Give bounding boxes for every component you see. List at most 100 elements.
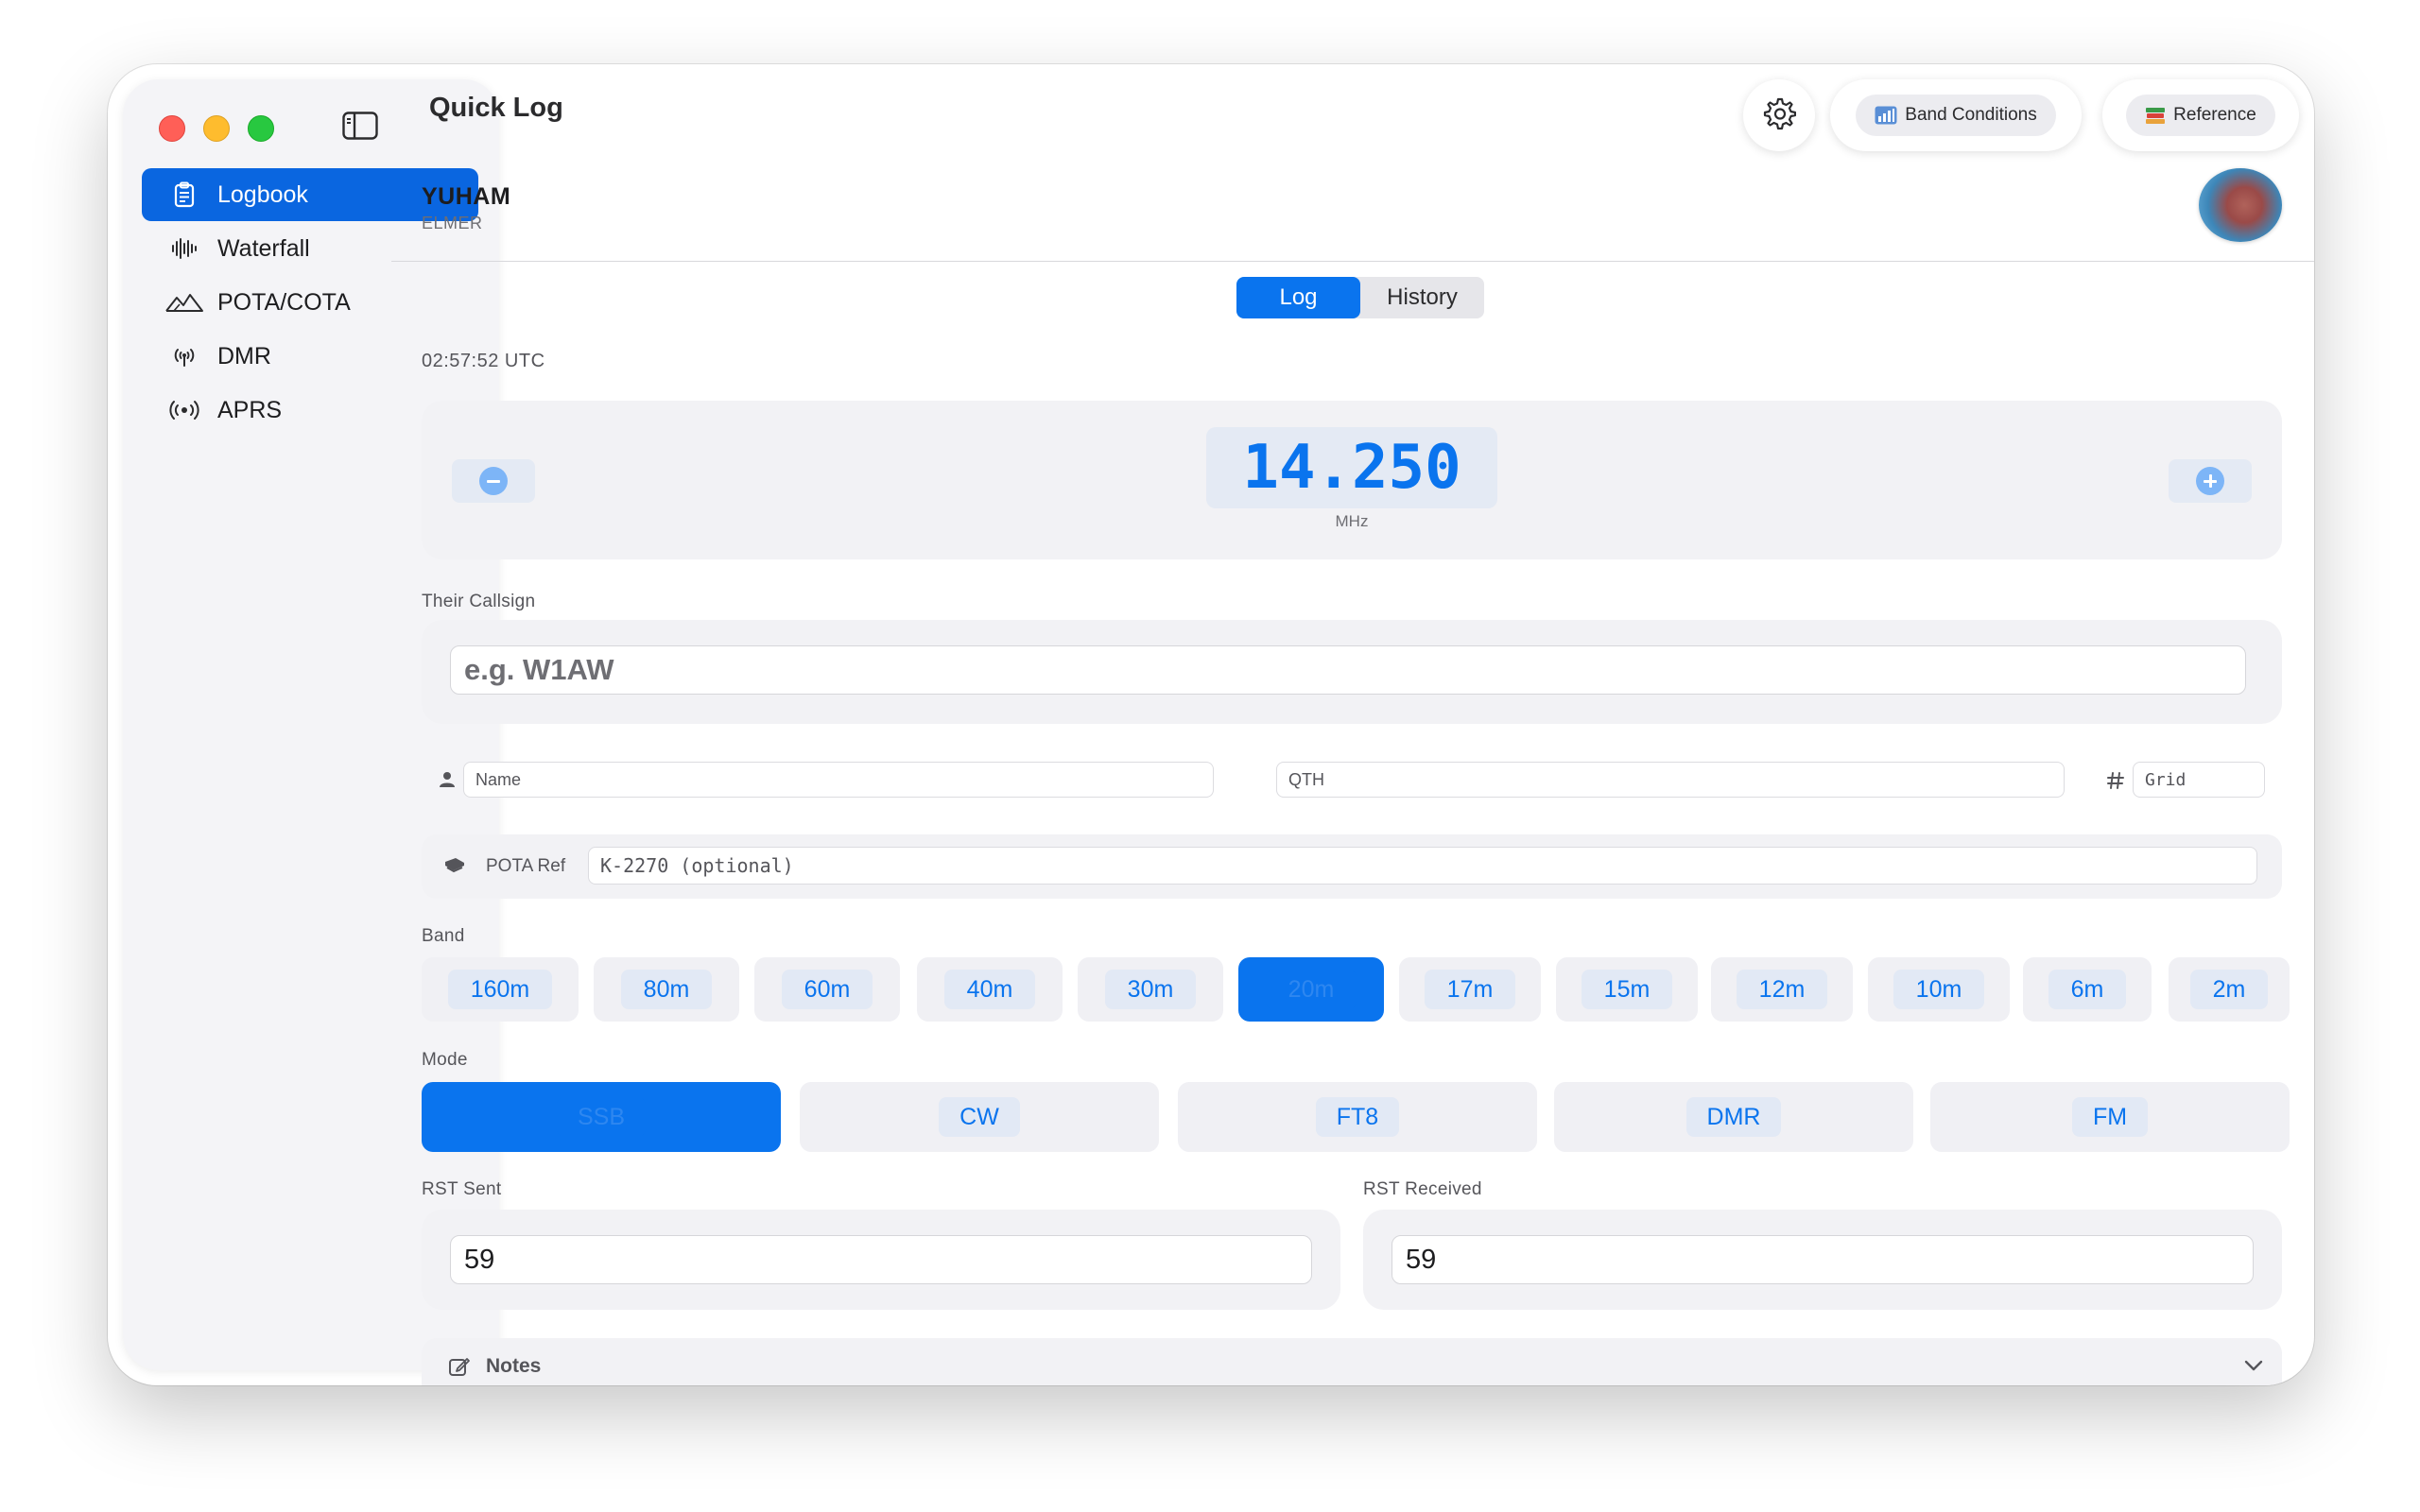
sidebar-item-label: POTA/COTA <box>217 288 351 316</box>
band-option-60m[interactable]: 60m <box>754 957 900 1022</box>
antenna-icon <box>164 342 204 370</box>
rst-received-label: RST Received <box>1363 1179 1482 1199</box>
mode-option-ssb[interactable]: SSB <box>422 1082 781 1152</box>
reference-label: Reference <box>2173 105 2256 125</box>
mode-option-label: DMR <box>1685 1097 1782 1137</box>
band-option-2m[interactable]: 2m <box>2169 957 2290 1022</box>
sidebar-item-label: DMR <box>217 342 271 369</box>
band-option-40m[interactable]: 40m <box>917 957 1063 1022</box>
frequency-panel: 14.250 MHz <box>422 401 2282 559</box>
broadcast-icon <box>164 396 204 424</box>
band-option-label: 2m <box>2189 970 2269 1009</box>
tab-history[interactable]: History <box>1360 277 1484 318</box>
band-conditions-label: Band Conditions <box>1905 105 2037 125</box>
user-role: ELMER <box>422 214 483 232</box>
page-title: Quick Log <box>429 93 563 123</box>
grid-hash-icon <box>2106 771 2125 795</box>
band-option-80m[interactable]: 80m <box>594 957 739 1022</box>
minus-icon <box>479 467 508 495</box>
gear-icon <box>1762 96 1797 135</box>
pota-label: POTA Ref <box>486 856 566 876</box>
chevron-down-icon <box>2244 1359 2263 1377</box>
their-callsign-panel <box>422 620 2282 724</box>
sidebar-item-pota-cota[interactable]: POTA/COTA <box>142 276 478 329</box>
band-conditions-chip: Band Conditions <box>1856 94 2056 136</box>
mode-option-label: CW <box>939 1097 1020 1137</box>
zoom-window-button[interactable] <box>248 115 274 142</box>
qth-input[interactable] <box>1276 762 2065 798</box>
frequency-value[interactable]: 14.250 <box>1206 427 1497 508</box>
band-conditions-button[interactable]: Band Conditions <box>1830 79 2082 151</box>
band-option-label: 6m <box>2048 970 2127 1009</box>
band-option-label: 12m <box>1736 970 1828 1009</box>
edit-note-icon <box>448 1355 471 1383</box>
band-option-label: 30m <box>1104 970 1197 1009</box>
mode-option-label: FT8 <box>1315 1097 1400 1137</box>
band-option-20m[interactable]: 20m <box>1238 957 1384 1022</box>
bar-chart-icon <box>1875 106 1897 125</box>
band-option-12m[interactable]: 12m <box>1711 957 1853 1022</box>
park-ref-icon <box>444 857 465 879</box>
band-option-label: 15m <box>1581 970 1673 1009</box>
minimize-window-button[interactable] <box>203 115 230 142</box>
their-callsign-label: Their Callsign <box>422 592 536 611</box>
sidebar-item-label: Logbook <box>217 180 308 208</box>
mode-option-label: SSB <box>556 1097 647 1137</box>
grid-input[interactable] <box>2133 762 2265 798</box>
utc-clock: 02:57:52 UTC <box>422 351 545 371</box>
mode-option-cw[interactable]: CW <box>800 1082 1159 1152</box>
user-callsign: YUHAM <box>422 183 511 210</box>
band-option-17m[interactable]: 17m <box>1399 957 1541 1022</box>
band-option-label: 17m <box>1424 970 1516 1009</box>
band-option-label: 10m <box>1893 970 1985 1009</box>
name-input[interactable] <box>463 762 1214 798</box>
frequency-increase-button[interactable] <box>2169 459 2252 503</box>
log-history-segmented-control: Log History <box>1236 277 1484 318</box>
header-divider <box>391 261 2314 262</box>
pota-panel: POTA Ref <box>422 834 2282 899</box>
sidebar: Logbook Waterfall POTA/COTA DMR APRS <box>123 79 499 1370</box>
rst-sent-input[interactable] <box>450 1235 1312 1284</box>
mode-label: Mode <box>422 1050 468 1070</box>
close-window-button[interactable] <box>159 115 185 142</box>
tab-log[interactable]: Log <box>1236 277 1360 318</box>
avatar[interactable] <box>2199 168 2282 242</box>
reference-button[interactable]: Reference <box>2102 79 2299 151</box>
band-option-6m[interactable]: 6m <box>2023 957 2152 1022</box>
band-option-label: 60m <box>781 970 873 1009</box>
band-label: Band <box>422 926 465 946</box>
band-option-label: 20m <box>1265 970 1357 1009</box>
settings-button[interactable] <box>1743 79 1815 151</box>
mode-option-label: FM <box>2071 1097 2149 1137</box>
notes-label: Notes <box>486 1355 542 1377</box>
books-icon <box>2145 106 2166 125</box>
band-option-label: 40m <box>943 970 1036 1009</box>
mountains-icon <box>164 288 204 317</box>
mode-option-fm[interactable]: FM <box>1930 1082 2290 1152</box>
rst-received-panel <box>1363 1210 2282 1310</box>
sidebar-item-label: Waterfall <box>217 234 310 262</box>
sidebar-item-label: APRS <box>217 396 283 423</box>
clipboard-icon <box>164 180 204 209</box>
sidebar-toggle-icon[interactable] <box>342 112 378 140</box>
frequency-unit: MHz <box>1335 512 1369 530</box>
band-option-30m[interactable]: 30m <box>1078 957 1223 1022</box>
rst-received-input[interactable] <box>1392 1235 2254 1284</box>
waveform-icon <box>164 234 204 263</box>
mode-option-dmr[interactable]: DMR <box>1554 1082 1913 1152</box>
mode-option-ft8[interactable]: FT8 <box>1178 1082 1537 1152</box>
person-icon <box>439 771 456 793</box>
band-option-15m[interactable]: 15m <box>1556 957 1698 1022</box>
frequency-decrease-button[interactable] <box>452 459 535 503</box>
rst-sent-panel <box>422 1210 1340 1310</box>
rst-sent-label: RST Sent <box>422 1179 502 1199</box>
band-option-label: 80m <box>620 970 713 1009</box>
band-option-160m[interactable]: 160m <box>422 957 579 1022</box>
their-callsign-input[interactable] <box>450 645 2246 695</box>
app-window: Logbook Waterfall POTA/COTA DMR APRS Qui… <box>108 64 2314 1385</box>
notes-disclosure[interactable]: Notes <box>422 1338 2282 1385</box>
plus-icon <box>2196 467 2224 495</box>
band-option-label: 160m <box>447 970 553 1009</box>
pota-ref-input[interactable] <box>588 847 2257 885</box>
band-option-10m[interactable]: 10m <box>1868 957 2010 1022</box>
